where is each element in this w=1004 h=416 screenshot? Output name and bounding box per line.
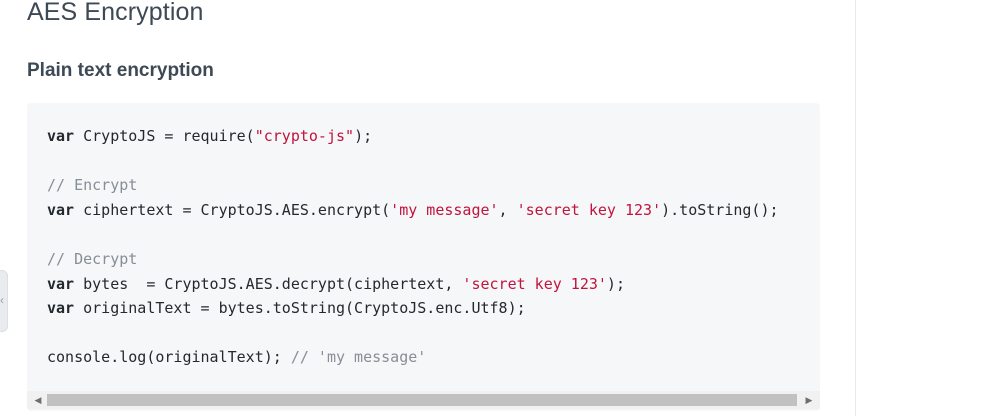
code-keyword: var (47, 274, 75, 293)
sidebar-toggle[interactable]: ‹ (0, 270, 8, 332)
code-keyword: var (47, 299, 75, 318)
code-string: 'my message' (390, 200, 499, 219)
code-line: console.log(originalText); // 'my messag… (47, 345, 779, 370)
code-text: originalText = bytes.toString(CryptoJS.e… (74, 299, 526, 318)
code-string: "crypto-js" (254, 127, 355, 145)
code-keyword: var (47, 200, 75, 219)
scroll-left-icon[interactable]: ◀ (29, 391, 47, 409)
horizontal-scrollbar[interactable]: ◀ ▶ (27, 391, 820, 409)
code-content: var CryptoJS = require("crypto-js"); // E… (47, 124, 779, 370)
code-line: var bytes = CryptoJS.AES.decrypt(ciphert… (47, 272, 779, 297)
code-keyword: var (47, 127, 75, 145)
code-line: var CryptoJS = require("crypto-js"); (47, 124, 779, 149)
code-comment: // Encrypt (47, 176, 138, 195)
code-text: CryptoJS = require( (74, 127, 255, 145)
code-comment: // Decrypt (47, 249, 138, 268)
code-block[interactable]: var CryptoJS = require("crypto-js"); // E… (27, 103, 820, 411)
code-line: var ciphertext = CryptoJS.AES.encrypt('m… (47, 198, 779, 223)
code-text: , (498, 200, 517, 219)
code-text: ); (606, 274, 625, 293)
code-line: var originalText = bytes.toString(Crypto… (47, 296, 779, 321)
code-text: ).toString(); (661, 200, 779, 219)
sidebar-divider (855, 0, 856, 416)
code-string: 'secret key 123' (516, 200, 662, 219)
chevron-left-icon: ‹ (0, 293, 4, 307)
code-comment: // 'my message' (290, 348, 427, 367)
scrollbar-thumb[interactable] (47, 394, 797, 406)
code-text: bytes = CryptoJS.AES.decrypt(ciphertext, (74, 274, 463, 293)
code-line: // Decrypt (47, 247, 779, 272)
scroll-right-icon[interactable]: ▶ (800, 391, 818, 409)
code-text: ciphertext = CryptoJS.AES.encrypt( (74, 200, 391, 219)
section-heading: Plain text encryption (27, 60, 214, 81)
code-text: ); (354, 127, 373, 145)
code-text: console.log(originalText); (47, 348, 291, 367)
page-title: AES Encryption (27, 0, 204, 26)
code-string: 'secret key 123' (462, 274, 607, 293)
page: ‹ AES Encryption Plain text encryption v… (0, 0, 1004, 416)
code-line: // Encrypt (47, 173, 779, 198)
